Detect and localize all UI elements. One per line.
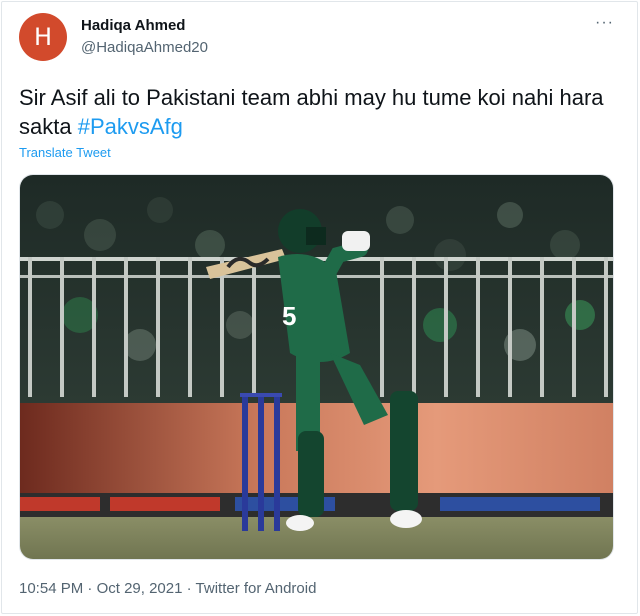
tweet-photo[interactable]: 5 — [19, 174, 614, 560]
tweet-source[interactable]: Twitter for Android — [196, 580, 317, 597]
jersey-number: 5 — [282, 301, 296, 331]
leg-pad-left — [298, 431, 324, 517]
leg-pad-right — [390, 391, 418, 511]
tweet-text: Sir Asif ali to Pakistani team abhi may … — [19, 83, 619, 141]
tweet-meta: 10:54 PM · Oct 29, 2021 · Twitter for An… — [19, 580, 316, 597]
batting-gloves — [342, 231, 370, 251]
display-name[interactable]: Hadiqa Ahmed — [81, 17, 185, 34]
meta-separator: · — [83, 580, 97, 597]
meta-separator: · — [182, 580, 196, 597]
shoe-left — [286, 515, 314, 531]
pitch-grass — [20, 517, 613, 559]
stumps — [240, 393, 282, 531]
tweet-time[interactable]: 10:54 PM — [19, 580, 83, 597]
translate-tweet-link[interactable]: Translate Tweet — [19, 145, 111, 160]
tweet-date[interactable]: Oct 29, 2021 — [97, 580, 183, 597]
more-options-icon[interactable]: ··· — [595, 14, 614, 32]
avatar[interactable]: H — [19, 13, 67, 61]
hashtag-link[interactable]: #PakvsAfg — [78, 114, 183, 139]
user-handle[interactable]: @HadiqaAhmed20 — [81, 39, 208, 56]
cricket-photo: 5 — [20, 175, 613, 559]
avatar-letter: H — [33, 23, 53, 51]
shoe-right — [390, 510, 422, 528]
